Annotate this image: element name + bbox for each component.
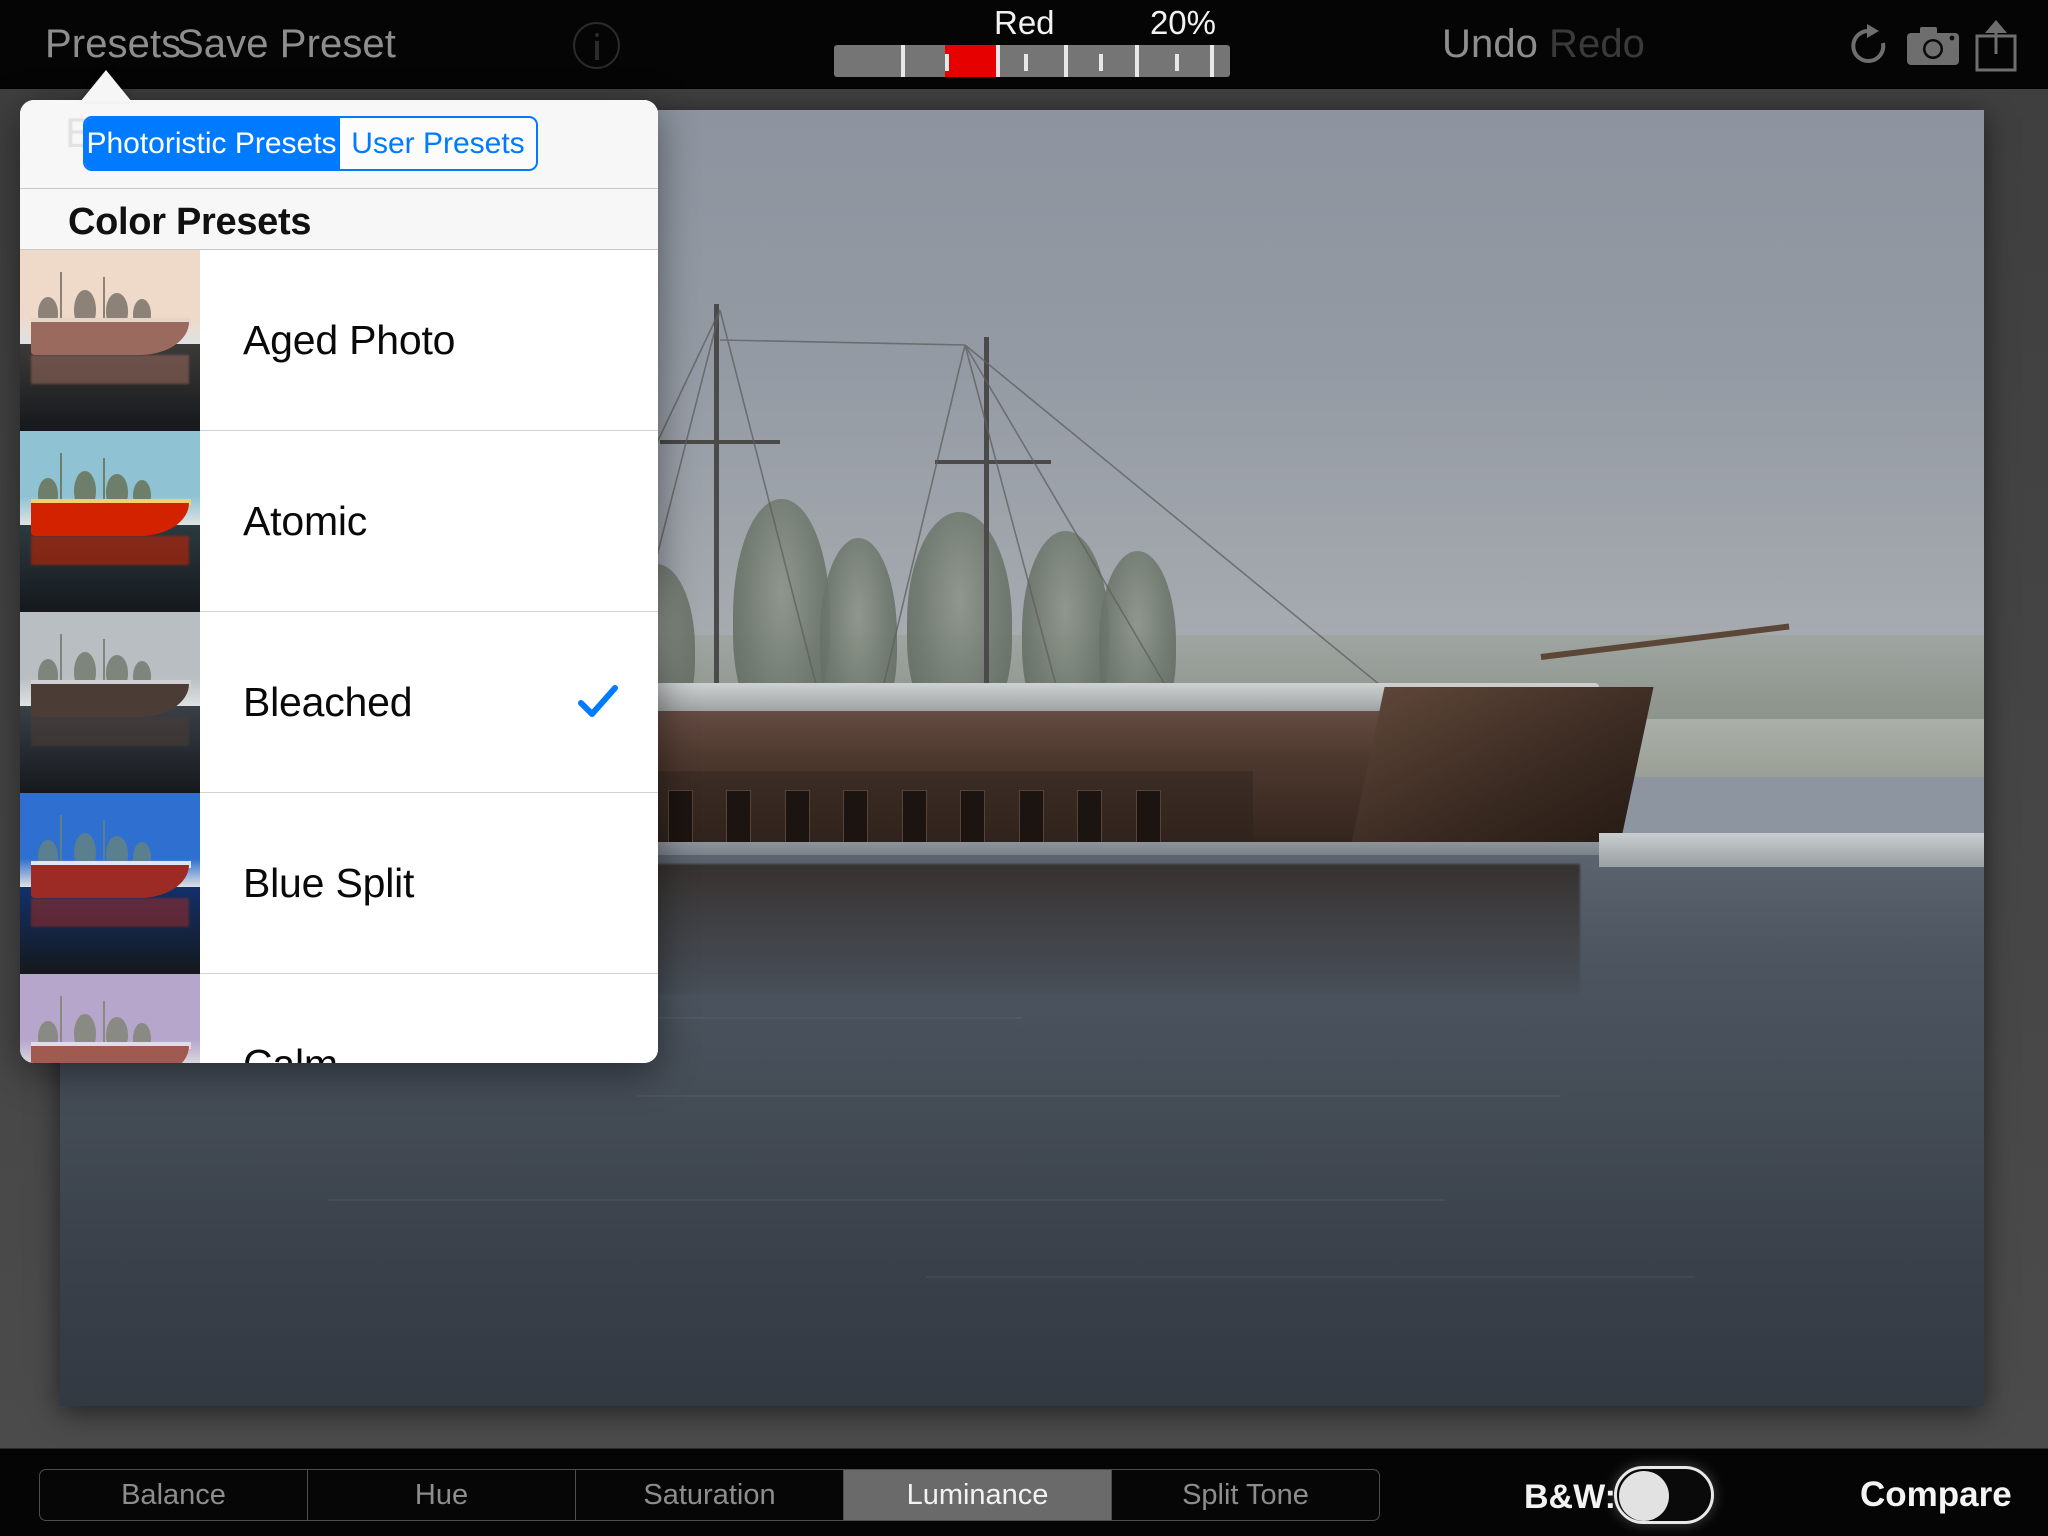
preset-thumbnail <box>20 431 200 612</box>
photo-reflection <box>502 864 1580 994</box>
info-stem <box>594 41 599 60</box>
photo-water-streak <box>329 1198 1446 1201</box>
slider-tick-major <box>1063 45 1068 77</box>
adjustment-mode-segmented-control[interactable]: Balance Hue Saturation Luminance Split T… <box>39 1469 1380 1521</box>
preset-thumbnail <box>20 793 200 974</box>
share-export-icon[interactable] <box>1975 18 2017 72</box>
popover-pointer-arrow <box>80 70 132 102</box>
slider-tick-major <box>1134 45 1139 77</box>
rotate-right-icon[interactable] <box>1845 21 1893 69</box>
preset-section-title: Color Presets <box>68 201 312 243</box>
redo-button: Redo <box>1549 22 1646 66</box>
preset-thumbnail <box>20 250 200 431</box>
tab-luminance[interactable]: Luminance <box>844 1470 1112 1520</box>
popover-header: B&W Tonal Presets Photoristic Presets Us… <box>20 100 658 188</box>
preset-row-body[interactable]: Blue Split <box>200 793 658 973</box>
slider-tick-minor <box>944 54 949 71</box>
preset-name: Aged Photo <box>243 316 456 363</box>
thumb-reflection <box>30 354 190 384</box>
preset-source-segmented-control[interactable]: Photoristic Presets User Presets <box>83 116 538 171</box>
thumb-reflection <box>30 716 190 746</box>
tab-balance[interactable]: Balance <box>40 1470 308 1520</box>
photo-water-streak <box>637 1094 1561 1097</box>
thumb-boat <box>30 1046 190 1063</box>
tab-saturation[interactable]: Saturation <box>576 1470 844 1520</box>
preset-section-header: Color Presets <box>20 188 658 250</box>
compare-button[interactable]: Compare <box>1860 1475 2012 1515</box>
slider-value-label: 20% <box>1149 4 1216 41</box>
slider-tick-major <box>996 45 1001 77</box>
preset-name: Blue Split <box>243 859 415 906</box>
tab-split-tone[interactable]: Split Tone <box>1112 1470 1379 1520</box>
preset-name: Bleached <box>243 678 413 725</box>
preset-name: Atomic <box>243 497 368 544</box>
preset-thumbnail <box>20 974 200 1063</box>
adjustment-slider-group[interactable]: Red 20% <box>834 6 1230 78</box>
top-toolbar: Presets Save Preset Red 20% Undo Redo <box>0 0 2048 89</box>
preset-list[interactable]: Aged Photo Atomic Bleached Blue Split Calm <box>20 250 658 1063</box>
thumb-boat <box>30 684 190 717</box>
slider-tick-major <box>1210 45 1215 77</box>
presets-popover: B&W Tonal Presets Photoristic Presets Us… <box>20 100 658 1063</box>
thumb-reflection <box>30 897 190 927</box>
presets-button[interactable]: Presets <box>45 24 181 64</box>
undo-button[interactable]: Undo <box>1442 24 1538 64</box>
bottom-toolbar: Balance Hue Saturation Luminance Split T… <box>0 1448 2048 1536</box>
preset-row[interactable]: Bleached <box>20 612 658 793</box>
photo-boat-bow <box>1351 686 1655 843</box>
preset-row[interactable]: Blue Split <box>20 793 658 974</box>
bw-toggle-switch[interactable] <box>1614 1466 1714 1524</box>
save-preset-button[interactable]: Save Preset <box>177 24 396 64</box>
camera-icon[interactable] <box>1906 26 1960 66</box>
preset-row-body[interactable]: Aged Photo <box>200 250 658 430</box>
tab-hue[interactable]: Hue <box>308 1470 576 1520</box>
preset-row-body[interactable]: Calm <box>200 974 658 1063</box>
thumb-boat <box>30 322 190 355</box>
preset-row-body[interactable]: Bleached <box>200 612 658 792</box>
slider-channel-label: Red <box>994 4 1055 41</box>
bw-label: B&W: <box>1524 1478 1616 1516</box>
thumb-boat <box>30 865 190 898</box>
preset-thumbnail <box>20 612 200 793</box>
tab-photoristic-presets[interactable]: Photoristic Presets <box>85 118 338 169</box>
slider-track[interactable] <box>834 45 1230 77</box>
preset-row[interactable]: Aged Photo <box>20 250 658 431</box>
slider-tick-minor <box>1174 54 1179 71</box>
info-circle-icon[interactable] <box>573 22 620 69</box>
tab-user-presets[interactable]: User Presets <box>338 118 536 169</box>
thumb-reflection <box>30 535 190 565</box>
preset-row-body[interactable]: Atomic <box>200 431 658 611</box>
slider-tick-major <box>901 45 906 77</box>
preset-row[interactable]: Calm <box>20 974 658 1063</box>
photo-water-streak <box>925 1276 1696 1279</box>
info-dot <box>594 33 599 37</box>
slider-fill <box>944 45 997 77</box>
preset-selected-checkmark <box>578 685 618 717</box>
slider-tick-minor <box>1099 54 1104 71</box>
thumb-boat <box>30 503 190 536</box>
preset-name: Calm <box>243 1041 338 1064</box>
photo-right-pier <box>1599 833 1984 867</box>
preset-row[interactable]: Atomic <box>20 431 658 612</box>
bw-toggle-knob <box>1619 1471 1669 1521</box>
slider-tick-minor <box>1024 54 1029 71</box>
